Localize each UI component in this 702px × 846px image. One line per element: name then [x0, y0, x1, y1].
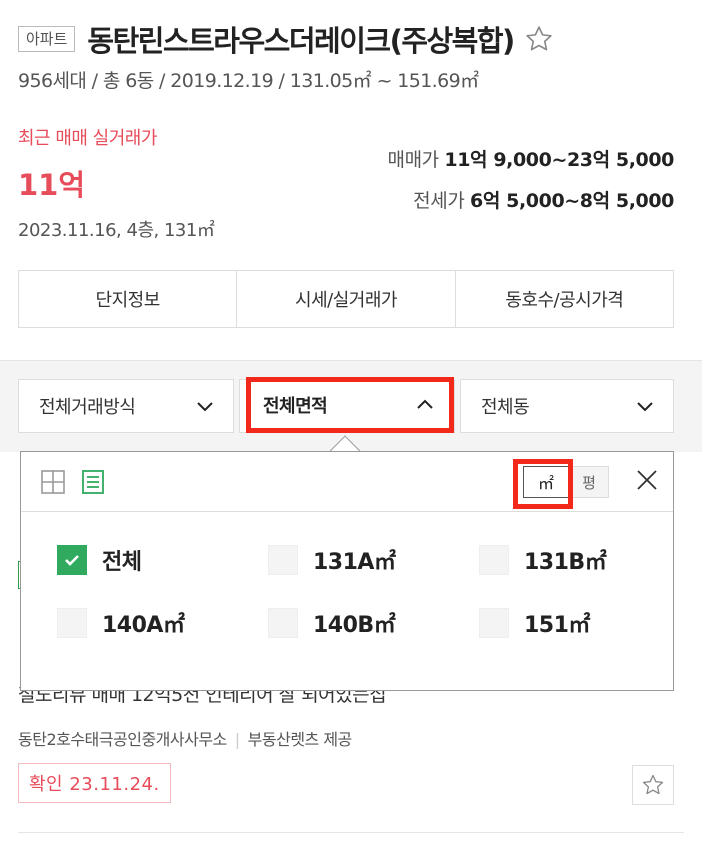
dong-select-label: 전체동 — [481, 397, 530, 418]
jeonse-price-value: 6억 5,000~8억 5,000 — [470, 190, 674, 212]
checkbox[interactable] — [479, 608, 509, 638]
area-option-131a[interactable]: 131A㎡ — [268, 544, 396, 576]
divider: | — [234, 730, 240, 749]
area-option-label: 140B㎡ — [313, 613, 396, 638]
sale-price-row: 매매가 11억 9,000~23억 5,000 — [387, 145, 675, 172]
area-dropdown-panel: ㎡ 평 전체 131A㎡ 131B㎡ 140A㎡ 140B㎡ 151㎡ — [20, 451, 674, 691]
type-badge: 아파트 — [18, 26, 76, 52]
jeonse-price-label: 전세가 — [413, 190, 465, 212]
agency-name: 동탄2호수태극공인중개사사무소 — [18, 730, 227, 749]
info-tabs: 단지정보 시세/실거래가 동호수/공시가격 — [18, 270, 674, 328]
checkbox[interactable] — [479, 545, 509, 575]
checkmark-icon — [65, 555, 79, 566]
tab-unit-price[interactable]: 동호수/공시가격 — [456, 271, 673, 327]
complex-header: 아파트 동탄린스트라우스더레이크(주상복합) 956세대 / 총 6동 / 20… — [18, 16, 684, 93]
area-option-131b[interactable]: 131B㎡ — [479, 544, 607, 576]
sale-price-value: 11억 9,000~23억 5,000 — [444, 149, 674, 171]
dropdown-toolbar: ㎡ 평 — [21, 452, 673, 512]
tab-complex-info[interactable]: 단지정보 — [19, 271, 238, 327]
recent-trade-detail: 2023.11.16, 4층, 131㎡ — [18, 220, 215, 241]
dong-select[interactable]: 전체동 — [460, 379, 674, 433]
grid-view-icon[interactable] — [39, 468, 67, 496]
trade-type-select[interactable]: 전체거래방식 — [18, 379, 234, 433]
area-option-140a[interactable]: 140A㎡ — [57, 607, 185, 639]
recent-trade: 최근 매매 실거래가 11억 2023.11.16, 4층, 131㎡ — [18, 124, 215, 242]
area-option-label: 140A㎡ — [102, 613, 185, 638]
area-option-label: 131A㎡ — [313, 550, 396, 575]
area-option-label: 131B㎡ — [524, 550, 607, 575]
confirmed-badge: 확인 23.11.24. — [18, 763, 171, 803]
unit-m2-highlight — [513, 459, 573, 509]
chevron-up-icon — [417, 399, 433, 409]
recent-trade-price: 11억 — [18, 168, 86, 202]
favorite-star-icon[interactable] — [524, 24, 554, 54]
recent-trade-label: 최근 매매 실거래가 — [18, 128, 157, 149]
area-option-140b[interactable]: 140B㎡ — [268, 607, 396, 639]
divider — [18, 832, 684, 833]
checkbox[interactable] — [57, 608, 87, 638]
complex-summary: 956세대 / 총 6동 / 2019.12.19 / 131.05㎡ ~ 15… — [18, 70, 479, 92]
jeonse-price-row: 전세가 6억 5,000~8억 5,000 — [388, 186, 674, 213]
unit-pyeong-button[interactable]: 평 — [569, 466, 609, 498]
complex-title: 동탄린스트라우스더레이크(주상복합) — [87, 24, 515, 58]
close-icon[interactable] — [633, 466, 661, 494]
area-select-label: 전체면적 — [263, 396, 328, 417]
price-ranges: 매매가 11억 9,000~23억 5,000 전세가 6억 5,000~8억 … — [387, 145, 675, 227]
provider-name: 부동산렛츠 제공 — [247, 730, 353, 749]
area-option-label: 151㎡ — [524, 613, 590, 638]
sale-price-label: 매매가 — [387, 149, 440, 171]
checkbox[interactable] — [268, 545, 298, 575]
listing-agency: 동탄2호수태극공인중개사사무소 | 부동산렛츠 제공 — [18, 726, 352, 750]
tab-market-price[interactable]: 시세/실거래가 — [237, 271, 456, 327]
title-row: 아파트 동탄린스트라우스더레이크(주상복합) — [18, 16, 684, 62]
area-option-label: 전체 — [102, 550, 142, 575]
chevron-down-icon — [637, 402, 653, 412]
area-select-highlight[interactable]: 전체면적 — [246, 377, 454, 433]
list-view-icon[interactable] — [79, 468, 107, 496]
checkbox-checked[interactable] — [57, 545, 87, 575]
chevron-down-icon — [197, 402, 213, 412]
checkbox[interactable] — [268, 608, 298, 638]
area-option-all[interactable]: 전체 — [57, 544, 142, 576]
trade-type-label: 전체거래방식 — [39, 397, 136, 418]
listing-favorite-button[interactable] — [632, 765, 674, 805]
area-option-151[interactable]: 151㎡ — [479, 607, 590, 639]
star-icon — [642, 774, 664, 795]
